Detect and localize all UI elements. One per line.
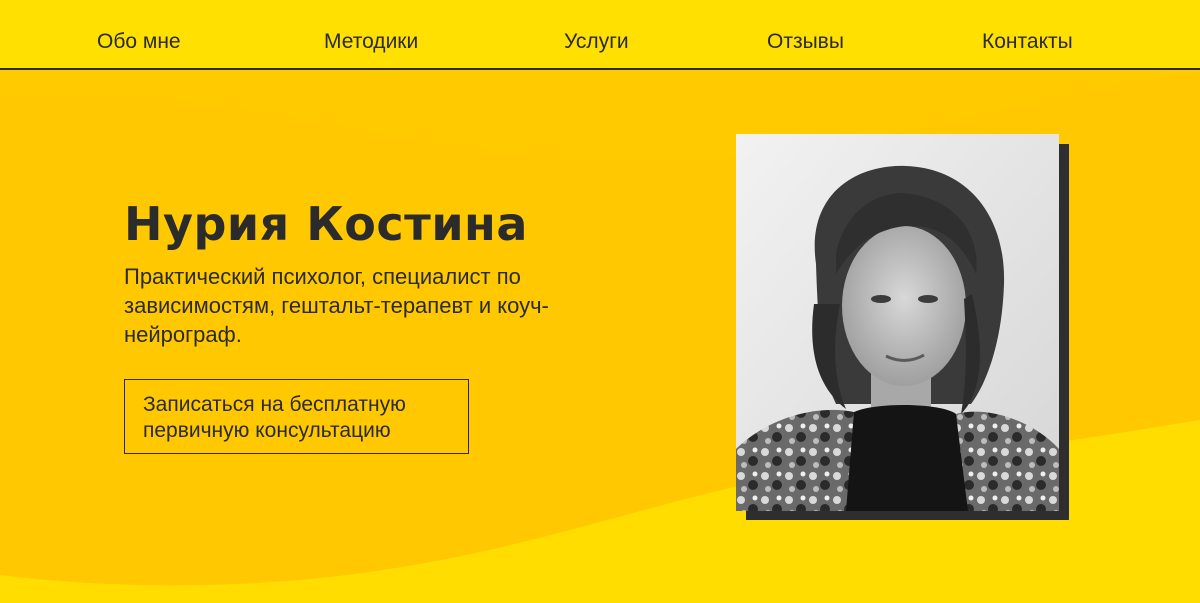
nav-item-contacts[interactable]: Контакты: [982, 30, 1073, 54]
book-consultation-button[interactable]: Записаться на бесплатную первичную консу…: [124, 379, 469, 454]
nav-item-services[interactable]: Услуги: [564, 30, 629, 54]
nav-item-methods[interactable]: Методики: [324, 30, 418, 54]
nav-item-about[interactable]: Обо мне: [97, 30, 181, 54]
hero-title: Нурия Костина: [124, 197, 528, 251]
nav-item-reviews[interactable]: Отзывы: [767, 30, 844, 54]
hero-subtitle: Практический психолог, специалист по зав…: [124, 264, 549, 347]
profile-photo: [736, 134, 1059, 511]
top-navigation: Обо мне Методики Услуги Отзывы Контакты: [0, 0, 1200, 70]
